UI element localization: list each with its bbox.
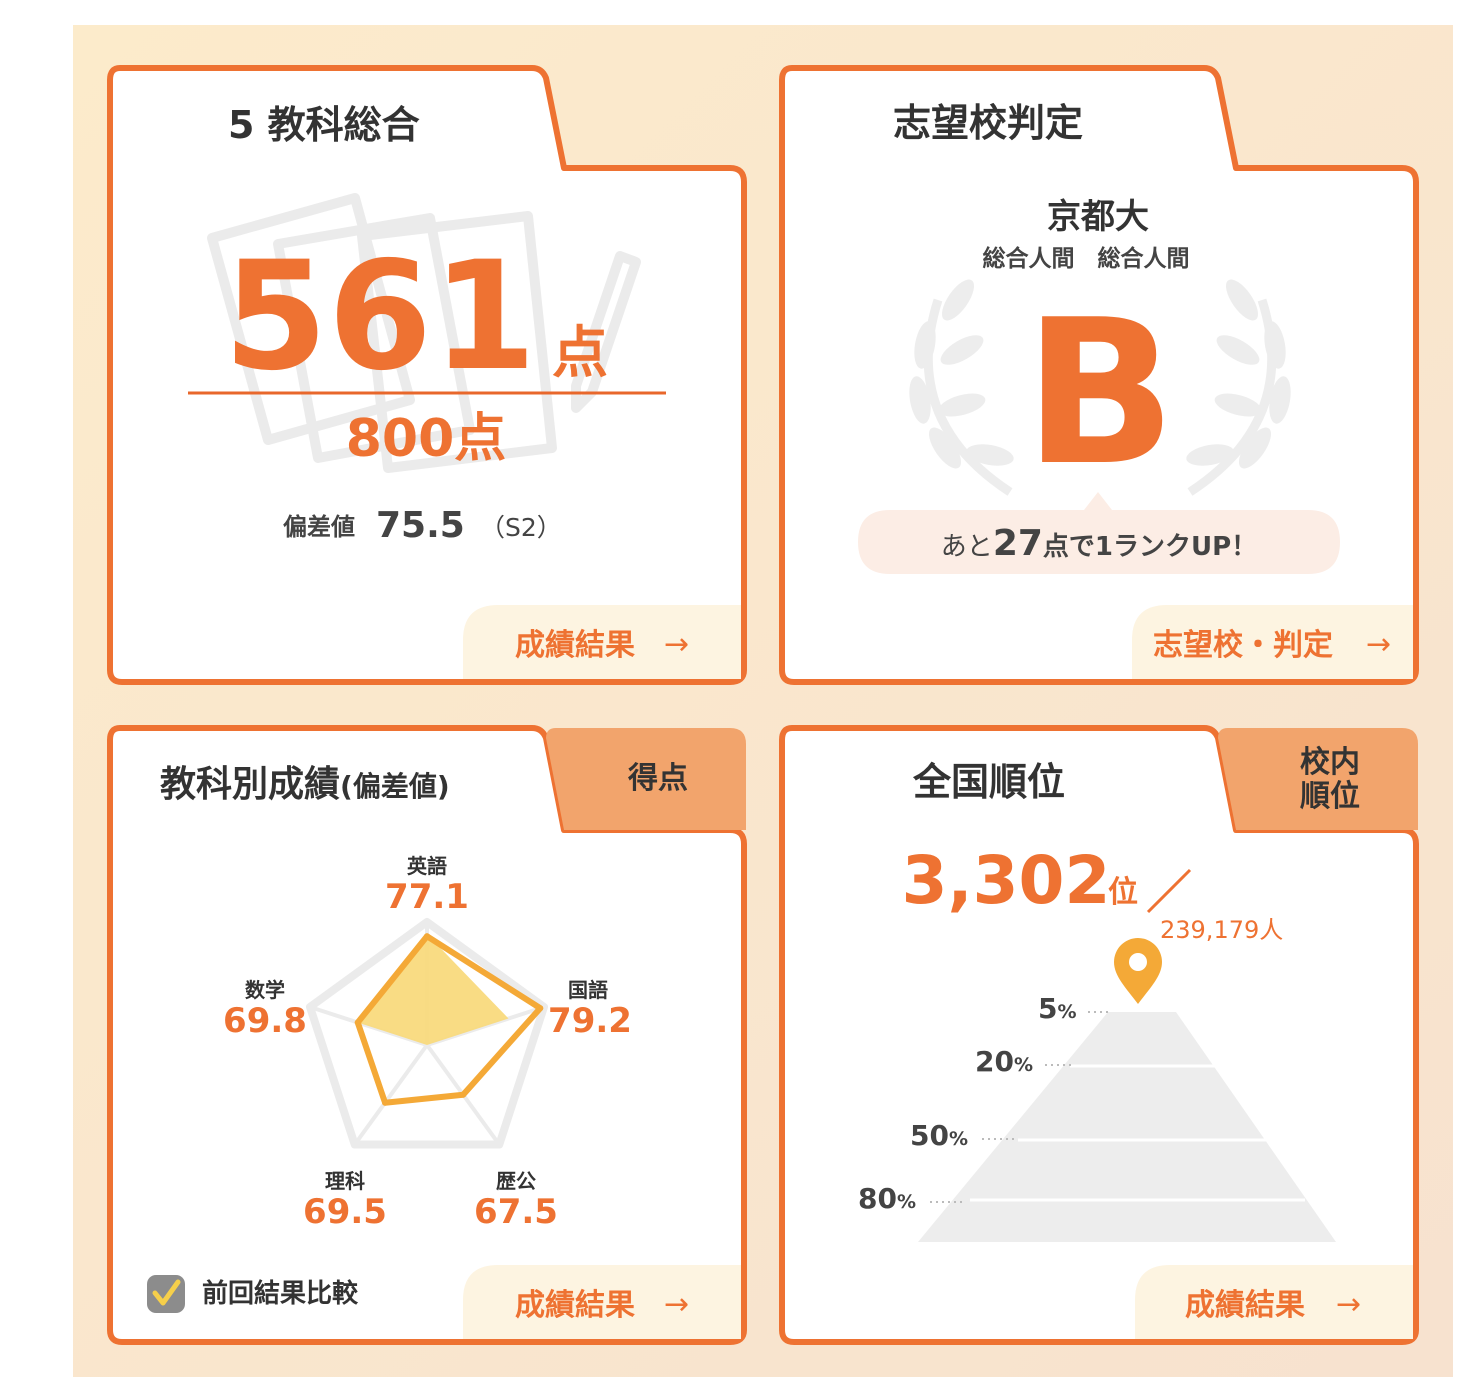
- radar-point-国語: [537, 1005, 544, 1012]
- subject-scores-card: 得点 教科別成績(偏差値) 英語77.1 国語79.2 歴公67.5 理科69.5 数学…: [107, 725, 747, 1345]
- tab-school-rank-line1: 校内: [1300, 745, 1360, 780]
- school-judgment-link-label: 志望校・判定: [1153, 628, 1333, 663]
- rank-results-link-label: 成績結果: [1185, 1288, 1305, 1323]
- total-results-link-label: 成績結果: [515, 628, 635, 663]
- radar-value-label: 77.1: [385, 877, 469, 917]
- national-rank-unit: 位: [1108, 875, 1138, 910]
- radar-value-label: 69.5: [303, 1192, 387, 1232]
- compare-label: 前回結果比較: [202, 1278, 359, 1309]
- radar-axis-label: 国語: [568, 978, 608, 1002]
- total-results-link[interactable]: 成績結果 →: [463, 605, 741, 679]
- radar-point-数学: [354, 1019, 361, 1026]
- tab-score-label: 得点: [627, 761, 688, 796]
- tab-school-rank-line2: 順位: [1300, 779, 1360, 814]
- judgment-grade: B: [1024, 277, 1176, 510]
- total-card-title: 5 教科総合: [228, 103, 420, 147]
- tab-school-rank[interactable]: 校内 順位: [1218, 728, 1418, 830]
- arrow-right-icon: →: [664, 1287, 689, 1322]
- subject-results-link[interactable]: 成績結果 →: [463, 1265, 741, 1339]
- radar-value-label: 69.8: [223, 1001, 307, 1041]
- total-examinees: 239,179人: [1160, 916, 1283, 944]
- school-card-title: 志望校判定: [893, 101, 1083, 145]
- total-score-value: 561: [223, 230, 536, 404]
- school-judgment-link[interactable]: 志望校・判定 →: [1132, 605, 1413, 679]
- subject-card-title: 教科別成績(偏差値): [160, 764, 450, 805]
- rank-card-title: 全国順位: [912, 760, 1065, 804]
- total-score-unit: 点: [552, 321, 608, 386]
- school-faculty: 総合人間 総合人間: [983, 245, 1190, 272]
- radar-value-label: 67.5: [474, 1192, 558, 1232]
- deviation-label: 偏差値: [283, 513, 355, 541]
- deviation-value: 75.5: [376, 505, 465, 546]
- radar-axis-label: 数学: [245, 978, 285, 1002]
- deviation-rank-code: （S2）: [480, 513, 562, 542]
- arrow-right-icon: →: [664, 627, 689, 662]
- radar-axis-label: 英語: [407, 854, 447, 878]
- radar-point-歴公: [460, 1091, 467, 1098]
- radar-point-理科: [382, 1099, 389, 1106]
- subject-results-link-label: 成績結果: [515, 1288, 635, 1323]
- arrow-right-icon: →: [1336, 1287, 1361, 1322]
- tab-score[interactable]: 得点: [546, 728, 746, 830]
- dashboard: 5 教科総合 561 点 800点 偏差値 75.5 （S2） 成績結果 → 志…: [73, 25, 1453, 1377]
- arrow-right-icon: →: [1366, 627, 1391, 662]
- total-max-score: 800点: [346, 409, 507, 469]
- radar-axis-label: 理科: [325, 1169, 365, 1193]
- national-rank-value: 3,302: [902, 842, 1111, 919]
- radar-point-英語: [424, 933, 430, 940]
- radar-axis-label: 歴公: [496, 1169, 536, 1193]
- radar-value-label: 79.2: [548, 1001, 632, 1041]
- compare-toggle[interactable]: 前回結果比較: [147, 1275, 359, 1313]
- rank-results-link[interactable]: 成績結果 →: [1135, 1265, 1413, 1339]
- school-name: 京都大: [1047, 197, 1149, 237]
- national-rank-card: 校内 順位 全国順位 3,302 位 239,179人 5% 20% 50% 8…: [779, 725, 1419, 1345]
